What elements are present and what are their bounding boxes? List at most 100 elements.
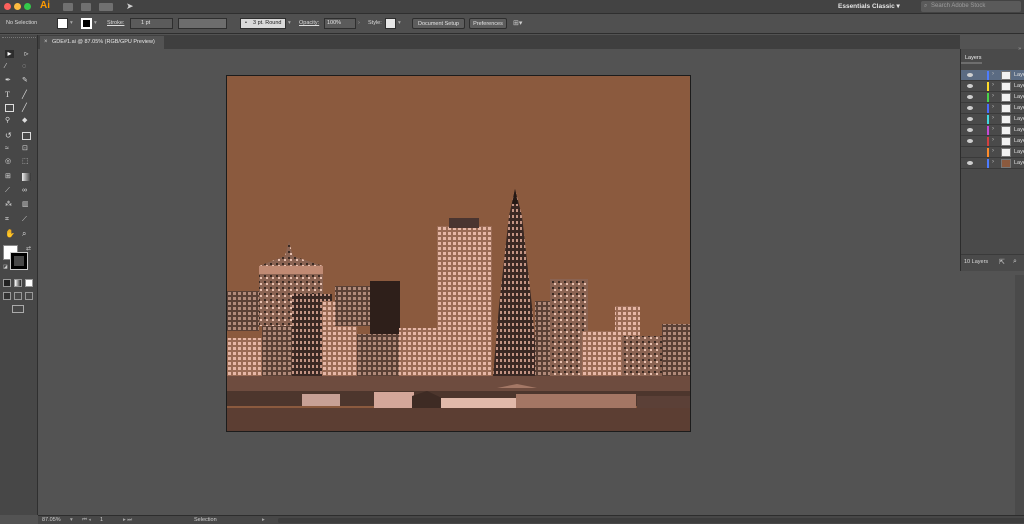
next-artboard-icon[interactable]: ▸ ⏭: [123, 516, 132, 524]
chevron-down-icon[interactable]: ▾: [70, 516, 73, 524]
visibility-eye-icon[interactable]: [967, 117, 973, 121]
paintbrush-icon[interactable]: ╱: [22, 104, 31, 112]
symbol-sprayer-icon[interactable]: ⁂: [5, 201, 14, 209]
stock-search-input[interactable]: ⌕ Search Adobe Stock: [921, 1, 1021, 12]
rotate-tool-icon[interactable]: ↺: [5, 132, 14, 140]
pen-tool-icon[interactable]: ✒: [5, 77, 14, 85]
visibility-eye-icon[interactable]: [967, 106, 973, 110]
layer-row[interactable]: › Layer: [961, 125, 1024, 136]
layer-name[interactable]: Layer: [1014, 137, 1024, 146]
expand-chevron-icon[interactable]: ›: [992, 159, 994, 165]
expand-chevron-icon[interactable]: ›: [992, 93, 994, 99]
visibility-eye-icon[interactable]: [967, 84, 973, 88]
close-window-button[interactable]: [4, 3, 11, 10]
artboard-number[interactable]: 1: [100, 516, 103, 524]
eyedropper-icon[interactable]: ⟋: [5, 187, 14, 195]
hand-tool-icon[interactable]: ✋: [5, 230, 15, 238]
export-icon[interactable]: ⇱: [999, 258, 1005, 266]
layer-row[interactable]: › Layer: [961, 114, 1024, 125]
bridge-icon[interactable]: [63, 3, 73, 11]
opacity-label[interactable]: Opacity:: [299, 18, 319, 29]
visibility-eye-icon[interactable]: [967, 161, 973, 165]
layer-row[interactable]: › Layer: [961, 158, 1024, 169]
layer-name[interactable]: Layer: [1014, 159, 1024, 168]
default-colors-icon[interactable]: ◪: [3, 264, 8, 270]
send-feedback-icon[interactable]: ➤: [126, 1, 134, 12]
visibility-eye-icon[interactable]: [967, 139, 973, 143]
toolbar-grip[interactable]: [2, 37, 36, 40]
expand-chevron-icon[interactable]: ›: [992, 115, 994, 121]
artboard-tool-icon[interactable]: ⌗: [5, 216, 14, 224]
graph-tool-icon[interactable]: ▥: [22, 201, 31, 209]
visibility-eye-icon[interactable]: [967, 95, 973, 99]
expand-chevron-icon[interactable]: ›: [992, 104, 994, 110]
arrange-icon[interactable]: ⊞▾: [513, 18, 522, 29]
minimize-window-button[interactable]: [14, 3, 21, 10]
search-icon[interactable]: ⌕: [1013, 258, 1017, 266]
stock-icon[interactable]: [81, 3, 91, 11]
vertical-scrollbar[interactable]: [1015, 275, 1024, 515]
live-paint-icon[interactable]: ⬚: [22, 158, 31, 166]
expand-chevron-icon[interactable]: ›: [992, 71, 994, 77]
document-tab[interactable]: × GDE#1.ai @ 87.05% (RGB/GPU Preview): [40, 36, 164, 49]
document-setup-button[interactable]: Document Setup: [412, 18, 465, 29]
rectangle-tool-icon[interactable]: [5, 104, 14, 112]
status-menu-icon[interactable]: ▸: [262, 516, 265, 524]
stroke-weight-field[interactable]: 1 pt: [130, 18, 173, 29]
layer-name[interactable]: Layer: [1014, 115, 1024, 124]
draw-inside-icon[interactable]: [25, 292, 33, 300]
graphic-style-swatch[interactable]: [385, 18, 396, 29]
selection-tool-icon[interactable]: ▸: [5, 50, 14, 58]
chevron-down-icon[interactable]: ▾: [70, 18, 73, 29]
draw-behind-icon[interactable]: [14, 292, 22, 300]
zoom-level[interactable]: 87.05%: [42, 516, 61, 524]
gradient-mode-icon[interactable]: [14, 279, 22, 287]
color-mode-icon[interactable]: [3, 279, 11, 287]
magic-wand-icon[interactable]: ⁄: [5, 63, 14, 71]
shape-builder-icon[interactable]: ◎: [5, 158, 14, 166]
visibility-eye-icon[interactable]: [967, 73, 973, 77]
layers-tab[interactable]: Layers: [961, 52, 982, 64]
warp-tool-icon[interactable]: ≈: [5, 145, 14, 153]
layer-name[interactable]: Layer: [1014, 71, 1024, 80]
zoom-tool-icon[interactable]: ⌕: [22, 230, 31, 238]
panel-collapse-icon[interactable]: »: [1018, 46, 1021, 52]
zoom-window-button[interactable]: [24, 3, 31, 10]
layer-row[interactable]: › Layer: [961, 147, 1024, 158]
direct-selection-tool-icon[interactable]: ▹: [22, 50, 31, 58]
stroke-color-swatch[interactable]: [10, 252, 28, 270]
swap-colors-icon[interactable]: ⇄: [26, 245, 31, 252]
workspace-switcher[interactable]: Essentials Classic ▾: [838, 1, 912, 12]
perspective-grid-icon[interactable]: ⊞: [5, 173, 14, 181]
expand-chevron-icon[interactable]: ›: [992, 137, 994, 143]
shaper-tool-icon[interactable]: ⚲: [5, 117, 14, 125]
variable-width-profile[interactable]: [178, 18, 227, 29]
brush-definition[interactable]: • 3 pt. Round: [240, 18, 286, 29]
none-mode-icon[interactable]: [25, 279, 33, 287]
layer-row[interactable]: › Layer: [961, 92, 1024, 103]
chevron-down-icon[interactable]: ▾: [288, 18, 291, 29]
line-tool-icon[interactable]: ╱: [22, 91, 31, 99]
stroke-label[interactable]: Stroke:: [107, 18, 124, 29]
layer-name[interactable]: Layer: [1014, 126, 1024, 135]
lasso-icon[interactable]: ◌: [22, 63, 31, 71]
layer-row[interactable]: › Layer: [961, 81, 1024, 92]
visibility-eye-icon[interactable]: [967, 128, 973, 132]
first-artboard-icon[interactable]: ⏮ ◂: [82, 516, 91, 524]
scale-tool-icon[interactable]: [22, 132, 31, 140]
chevron-down-icon[interactable]: ▾: [398, 18, 401, 29]
layer-name[interactable]: Layer: [1014, 93, 1024, 102]
artboard-canvas[interactable]: [226, 75, 691, 432]
draw-normal-icon[interactable]: [3, 292, 11, 300]
expand-chevron-icon[interactable]: ›: [992, 148, 994, 154]
opacity-field[interactable]: 100%: [324, 18, 356, 29]
stroke-swatch[interactable]: [81, 18, 92, 29]
layer-name[interactable]: Layer: [1014, 104, 1024, 113]
arrange-documents-icon[interactable]: [99, 3, 113, 11]
blend-tool-icon[interactable]: ∞: [22, 187, 31, 195]
gradient-tool-icon[interactable]: [22, 173, 31, 181]
layer-name[interactable]: Layer: [1014, 82, 1024, 91]
expand-chevron-icon[interactable]: ›: [992, 82, 994, 88]
close-tab-icon[interactable]: ×: [44, 36, 48, 49]
curvature-tool-icon[interactable]: ✎: [22, 77, 31, 85]
